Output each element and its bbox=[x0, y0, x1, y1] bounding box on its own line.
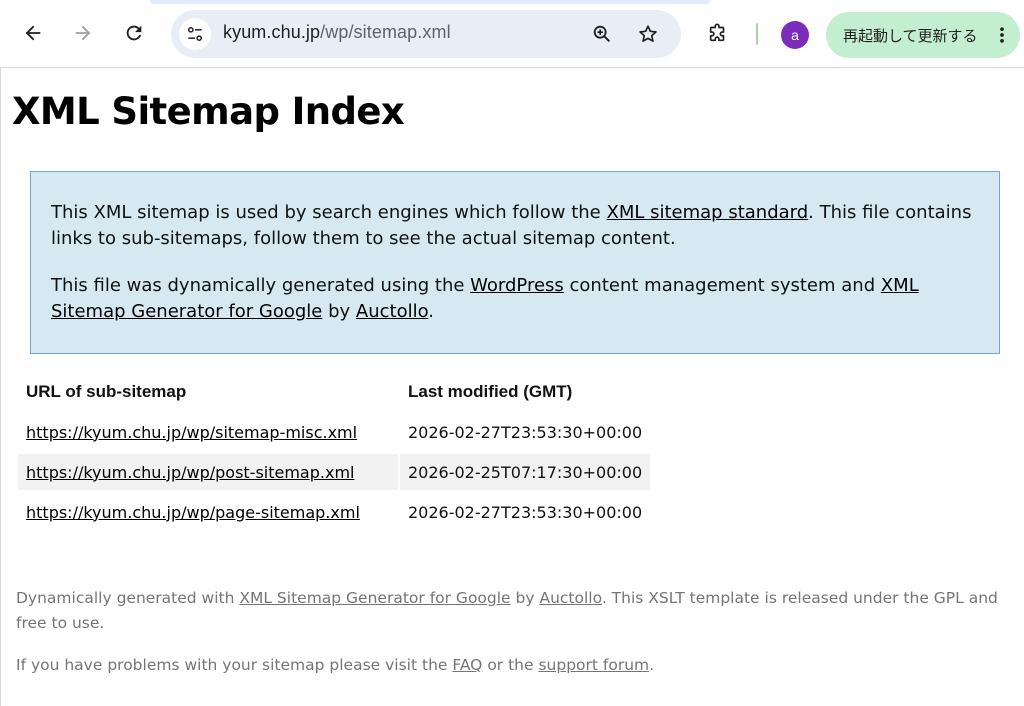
restart-to-update-button[interactable]: 再起動して更新する bbox=[826, 12, 1020, 58]
back-arrow-icon bbox=[25, 25, 41, 41]
url-path: /wp/sitemap.xml bbox=[320, 22, 451, 42]
reload-icon bbox=[126, 25, 142, 41]
extensions-button[interactable] bbox=[700, 15, 736, 51]
intro-paragraph-1: This XML sitemap is used by search engin… bbox=[51, 200, 979, 252]
modified-cell: 2026-02-25T07:17:30+00:00 bbox=[400, 452, 651, 492]
url-host: kyum.chu.jp bbox=[223, 22, 321, 42]
zoom-button[interactable] bbox=[588, 20, 616, 48]
support-forum-link[interactable]: support forum bbox=[538, 656, 649, 674]
table-row: https://kyum.chu.jp/wp/post-sitemap.xml … bbox=[18, 452, 651, 492]
intro-text: . bbox=[428, 301, 435, 322]
wordpress-link[interactable]: WordPress bbox=[470, 275, 564, 296]
site-info-button[interactable] bbox=[179, 18, 211, 50]
footer-paragraph-1: Dynamically generated with XML Sitemap G… bbox=[16, 586, 1006, 636]
url-cell: https://kyum.chu.jp/wp/sitemap-misc.xml bbox=[18, 412, 398, 452]
profile-avatar[interactable]: a bbox=[781, 21, 809, 49]
address-bar[interactable]: kyum.chu.jp/wp/sitemap.xml bbox=[171, 10, 681, 58]
sub-sitemap-link[interactable]: https://kyum.chu.jp/wp/page-sitemap.xml bbox=[26, 503, 360, 522]
faq-link[interactable]: FAQ bbox=[452, 656, 482, 674]
footer-text: If you have problems with your sitemap p… bbox=[16, 656, 453, 674]
table-row: https://kyum.chu.jp/wp/page-sitemap.xml … bbox=[18, 492, 651, 532]
modified-cell: 2026-02-27T23:53:30+00:00 bbox=[400, 492, 651, 532]
forward-arrow-icon bbox=[75, 25, 91, 41]
url-text[interactable]: kyum.chu.jp/wp/sitemap.xml bbox=[223, 22, 451, 43]
site-info-icon bbox=[188, 27, 202, 42]
footer-text: or the bbox=[482, 656, 539, 674]
reload-button[interactable] bbox=[116, 15, 152, 51]
column-header-last-modified: Last modified (GMT) bbox=[408, 382, 573, 401]
bookmark-button[interactable] bbox=[634, 20, 662, 48]
footer-auctollo-link[interactable]: Auctollo bbox=[539, 589, 601, 607]
url-cell: https://kyum.chu.jp/wp/post-sitemap.xml bbox=[18, 452, 398, 492]
footer-generator-link[interactable]: XML Sitemap Generator for Google bbox=[239, 589, 510, 607]
table-header-row: URL of sub-sitemap Last modified (GMT) bbox=[18, 372, 650, 412]
modified-cell: 2026-02-27T23:53:30+00:00 bbox=[400, 412, 651, 452]
sub-sitemap-link[interactable]: https://kyum.chu.jp/wp/post-sitemap.xml bbox=[26, 463, 354, 482]
intro-text: by bbox=[322, 301, 356, 322]
footer-text: by bbox=[510, 589, 540, 607]
browser-toolbar: kyum.chu.jp/wp/sitemap.xml a 再起動して更新する bbox=[0, 0, 1024, 68]
intro-text: content management system and bbox=[563, 275, 881, 296]
table-row: https://kyum.chu.jp/wp/sitemap-misc.xml … bbox=[18, 412, 651, 452]
forward-button[interactable] bbox=[65, 15, 101, 51]
intro-text: This XML sitemap is used by search engin… bbox=[51, 202, 607, 223]
footer-text: Dynamically generated with bbox=[16, 589, 240, 607]
column-header-url: URL of sub-sitemap bbox=[26, 382, 187, 401]
browser-menu-button[interactable] bbox=[988, 21, 1016, 49]
xml-sitemap-standard-link[interactable]: XML sitemap standard bbox=[606, 202, 808, 223]
sitemap-table: URL of sub-sitemap Last modified (GMT) h… bbox=[16, 372, 652, 532]
back-button[interactable] bbox=[15, 15, 51, 51]
page-title: XML Sitemap Index bbox=[12, 90, 405, 133]
zoom-icon bbox=[593, 25, 611, 43]
intro-box: This XML sitemap is used by search engin… bbox=[30, 171, 1000, 354]
auctollo-link[interactable]: Auctollo bbox=[356, 301, 428, 322]
bookmark-star-icon bbox=[639, 25, 657, 42]
restart-label: 再起動して更新する bbox=[843, 27, 978, 45]
page-content: XML Sitemap Index This XML sitemap is us… bbox=[0, 68, 1024, 706]
extensions-puzzle-icon bbox=[709, 23, 725, 42]
url-cell: https://kyum.chu.jp/wp/page-sitemap.xml bbox=[18, 492, 398, 532]
footer-text: . bbox=[649, 656, 655, 674]
intro-paragraph-2: This file was dynamically generated usin… bbox=[51, 273, 979, 325]
toolbar-divider bbox=[756, 23, 758, 45]
sub-sitemap-link[interactable]: https://kyum.chu.jp/wp/sitemap-misc.xml bbox=[26, 423, 357, 442]
intro-text: This file was dynamically generated usin… bbox=[51, 275, 471, 296]
page-footer: Dynamically generated with XML Sitemap G… bbox=[16, 586, 1006, 695]
footer-paragraph-2: If you have problems with your sitemap p… bbox=[16, 653, 1006, 678]
active-tab-edge bbox=[150, 0, 710, 4]
more-vert-icon bbox=[1000, 27, 1004, 43]
